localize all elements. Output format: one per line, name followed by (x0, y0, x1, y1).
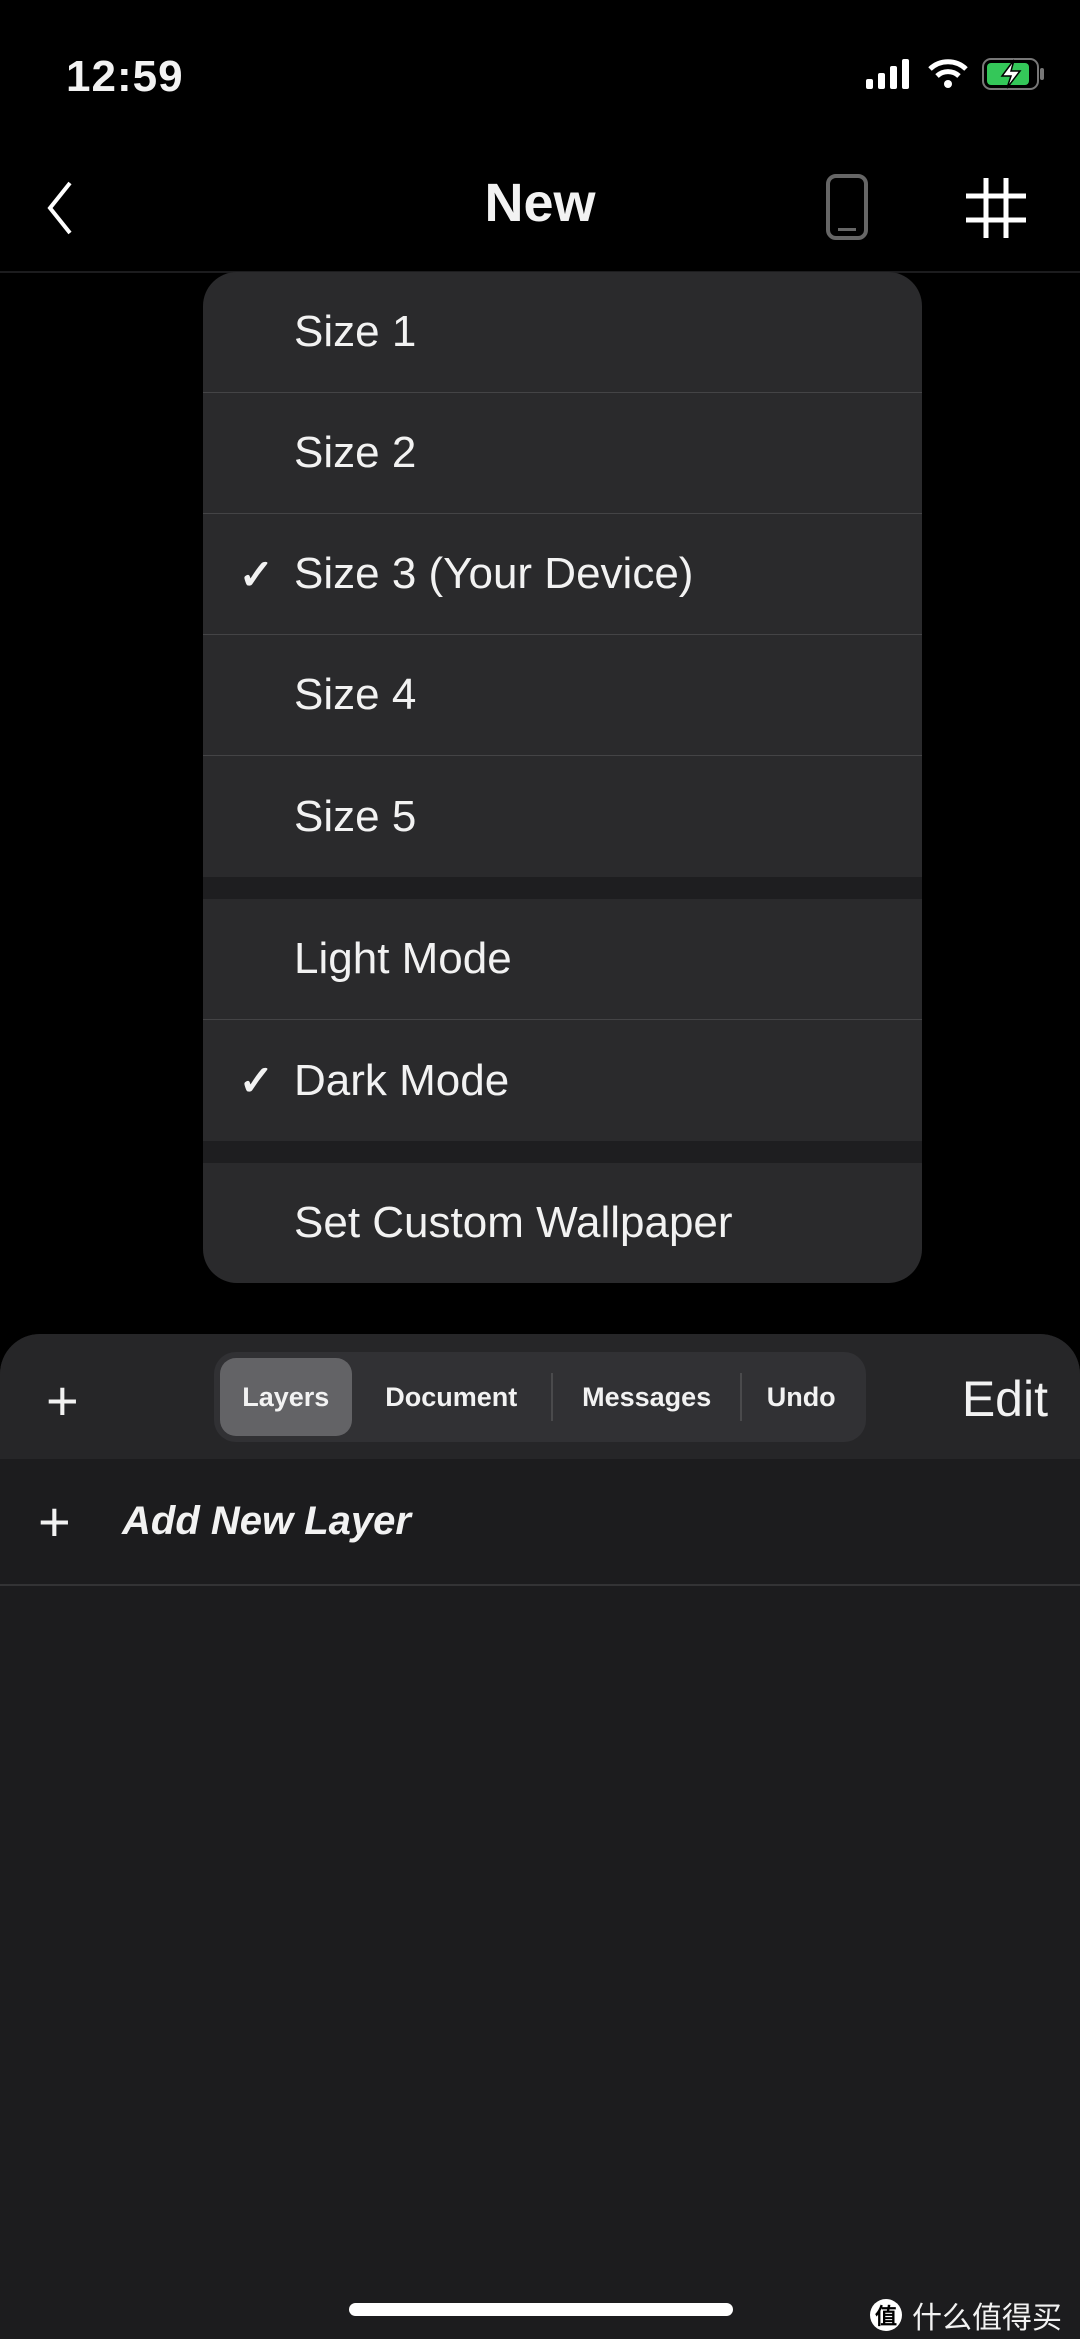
menu-item-size-2[interactable]: Size 2 (203, 393, 922, 514)
battery-charging-icon (982, 58, 1044, 90)
menu-item-custom-wallpaper[interactable]: Set Custom Wallpaper (203, 1163, 922, 1283)
add-plus-icon[interactable]: + (46, 1368, 79, 1433)
checkmark-icon: ✓ (238, 1057, 274, 1104)
iphone-icon[interactable] (826, 174, 868, 240)
menu-group-separator (203, 1141, 922, 1163)
size-mode-menu: Size 1 Size 2 ✓ Size 3 (Your Device) Size… (203, 272, 922, 1283)
menu-item-label: Size 5 (294, 791, 417, 841)
home-indicator[interactable] (349, 2303, 733, 2316)
wifi-icon (928, 59, 968, 88)
menu-item-size-5[interactable]: Size 5 (203, 756, 922, 877)
grid-icon[interactable] (964, 178, 1028, 238)
watermark: 值 什么值得买 (870, 2293, 1062, 2337)
nav-bar: New (0, 140, 1080, 270)
page-title: New (484, 173, 596, 233)
signal-icon (866, 59, 909, 89)
menu-item-label: Size 1 (294, 307, 417, 356)
menu-item-label: Light Mode (294, 934, 512, 983)
watermark-logo: 值 (870, 2299, 902, 2331)
checkmark-icon: ✓ (238, 550, 274, 598)
tab-layers[interactable]: Layers (220, 1358, 352, 1436)
segmented-control: Layers Document Messages Undo (214, 1352, 866, 1442)
menu-item-light-mode[interactable]: Light Mode (203, 899, 922, 1020)
menu-item-label: Size 2 (294, 428, 417, 477)
status-time: 12:59 (66, 52, 184, 101)
status-icons (866, 58, 1046, 90)
menu-item-size-4[interactable]: Size 4 (203, 635, 922, 756)
tab-document[interactable]: Document (352, 1358, 551, 1436)
add-new-layer-label: Add New Layer (122, 1499, 411, 1543)
tab-undo[interactable]: Undo (742, 1358, 860, 1436)
menu-item-label: Size 3 (Your Device) (294, 549, 694, 598)
menu-group-separator (203, 877, 922, 899)
menu-item-label: Dark Mode (294, 1055, 510, 1105)
menu-item-dark-mode[interactable]: ✓ Dark Mode (203, 1020, 922, 1141)
menu-item-size-1[interactable]: Size 1 (203, 272, 922, 393)
menu-item-label: Set Custom Wallpaper (294, 1198, 733, 1247)
menu-item-label: Size 4 (294, 670, 417, 719)
add-new-layer-row[interactable]: + Add New Layer (0, 1459, 1080, 1586)
watermark-text: 什么值得买 (912, 2302, 1062, 2335)
tab-messages[interactable]: Messages (553, 1358, 740, 1436)
plus-icon: + (38, 1490, 71, 1553)
edit-button[interactable]: Edit (962, 1370, 1048, 1428)
menu-item-size-3[interactable]: ✓ Size 3 (Your Device) (203, 514, 922, 635)
